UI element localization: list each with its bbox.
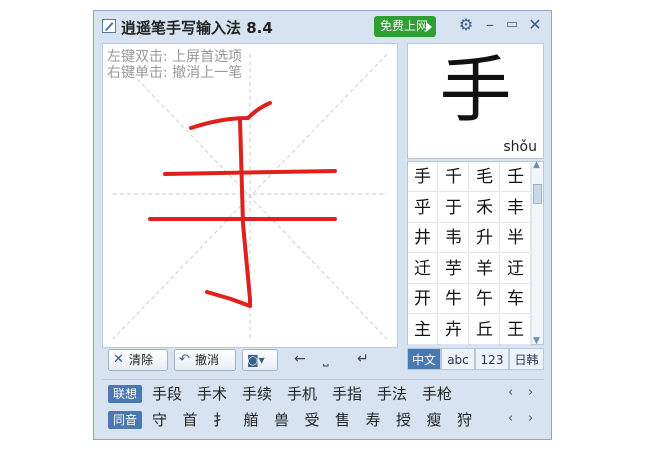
- x-icon: ✕: [113, 352, 124, 367]
- candidate-char[interactable]: 井: [408, 223, 438, 253]
- candidate-char[interactable]: 车: [501, 284, 531, 314]
- undo-icon: ↶: [179, 352, 190, 367]
- minimize-icon[interactable]: –: [482, 17, 498, 33]
- pen-icon: [102, 19, 116, 33]
- homophone-char[interactable]: 守: [152, 410, 167, 430]
- candidate-scrollbar[interactable]: ▲ ▼: [531, 160, 543, 346]
- candidate-char[interactable]: 卉: [439, 314, 469, 345]
- mode-tab[interactable]: abc: [441, 348, 475, 370]
- chevron-left-icon[interactable]: ‹: [508, 411, 513, 426]
- handwriting-canvas[interactable]: 左键双击: 上屏首选项 右键单击: 撤消上一笔: [102, 43, 398, 348]
- free-internet-button[interactable]: 免费上网: [374, 16, 436, 37]
- candidate-char[interactable]: 禾: [470, 192, 500, 223]
- free-internet-label: 免费上网: [380, 19, 429, 33]
- handwritten-strokes: [148, 101, 337, 308]
- homophone-char[interactable]: 瘦: [427, 410, 442, 430]
- homophone-char[interactable]: 授: [396, 410, 411, 430]
- chevron-left-icon[interactable]: ‹: [508, 385, 513, 400]
- association-word[interactable]: 手法: [377, 384, 407, 404]
- candidate-char[interactable]: 主: [408, 314, 438, 345]
- divider: [102, 379, 544, 380]
- candidate-char[interactable]: 壬: [501, 162, 531, 192]
- association-row: 联想 ‹ › 手段 手术 手续 手机 手指 手法 手枪: [102, 382, 542, 406]
- homophone-char[interactable]: 首: [183, 410, 198, 430]
- homophone-char[interactable]: 艏: [244, 410, 259, 430]
- homophone-char[interactable]: 兽: [274, 410, 289, 430]
- mode-tab[interactable]: 中文: [407, 348, 441, 370]
- candidate-char[interactable]: 升: [470, 223, 500, 253]
- candidate-char[interactable]: 毛: [470, 162, 500, 192]
- candidate-char[interactable]: 迁: [408, 253, 438, 284]
- homophone-char[interactable]: 狩: [457, 410, 472, 430]
- scroll-thumb[interactable]: [533, 184, 542, 204]
- candidate-char[interactable]: 韦: [439, 223, 469, 253]
- candidate-char[interactable]: 乎: [408, 192, 438, 223]
- homophone-char[interactable]: 售: [335, 410, 350, 430]
- arrow-right-icon: [426, 22, 432, 32]
- candidate-grid: 手千毛壬乎于禾丰井韦升半迁芋羊迂开牛午车主卉丘王 ▲ ▼: [407, 160, 544, 346]
- clear-button[interactable]: ✕ 清除: [108, 349, 168, 371]
- camera-icon: ◙▾: [247, 353, 265, 367]
- homophone-char[interactable]: 寿: [366, 410, 381, 430]
- association-word[interactable]: 手枪: [422, 384, 452, 404]
- chevron-right-icon[interactable]: ›: [528, 385, 533, 400]
- canvas-toolbar: ✕ 清除 ↶ 撤消 ◙▾ ← ⎵ ↵: [102, 349, 398, 375]
- undo-button[interactable]: ↶ 撤消: [174, 349, 236, 371]
- association-word[interactable]: 手指: [332, 384, 362, 404]
- candidate-char[interactable]: 丘: [470, 314, 500, 345]
- maximize-icon[interactable]: ▭: [504, 17, 520, 33]
- association-word[interactable]: 手段: [152, 384, 182, 404]
- candidate-char[interactable]: 于: [439, 192, 469, 223]
- candidate-char[interactable]: 半: [501, 223, 531, 253]
- title-bar[interactable]: 逍遥笔手写输入法 8.4 免费上网 ⚙ – ▭ ✕: [94, 11, 551, 41]
- association-label: 联想: [108, 385, 142, 403]
- close-icon[interactable]: ✕: [527, 17, 543, 33]
- association-word[interactable]: 手术: [197, 384, 227, 404]
- window-title: 逍遥笔手写输入法 8.4: [121, 19, 273, 37]
- candidate-char[interactable]: 牛: [439, 284, 469, 314]
- mode-bar: 中文 abc 123 日韩: [407, 348, 544, 370]
- candidate-char[interactable]: 羊: [470, 253, 500, 284]
- candidate-char[interactable]: 手: [408, 162, 438, 192]
- preview-pinyin: shǒu: [503, 139, 537, 155]
- chevron-right-icon[interactable]: ›: [528, 411, 533, 426]
- candidate-char[interactable]: 开: [408, 284, 438, 314]
- preview-char: 手: [439, 48, 512, 132]
- screenshot-button[interactable]: ◙▾: [242, 349, 278, 371]
- space-icon[interactable]: ⎵: [323, 351, 329, 367]
- ime-window: 逍遥笔手写输入法 8.4 免费上网 ⚙ – ▭ ✕ 左键双击: 上屏首选项 右键…: [93, 10, 552, 440]
- candidate-char[interactable]: 芋: [439, 253, 469, 284]
- gear-icon[interactable]: ⚙: [458, 17, 474, 33]
- homophone-char[interactable]: 扌: [213, 410, 228, 430]
- homophone-char[interactable]: 受: [305, 410, 320, 430]
- undo-label: 撤消: [195, 353, 220, 367]
- mode-tab[interactable]: 123: [475, 348, 509, 370]
- scroll-down-icon[interactable]: ▼: [533, 336, 540, 346]
- association-word[interactable]: 手续: [242, 384, 272, 404]
- enter-icon[interactable]: ↵: [357, 351, 369, 367]
- association-word[interactable]: 手机: [287, 384, 317, 404]
- candidate-char[interactable]: 迂: [501, 253, 531, 284]
- candidate-char[interactable]: 丰: [501, 192, 531, 223]
- homophone-label: 同音: [108, 411, 142, 429]
- canvas-drawing: [112, 53, 388, 340]
- candidate-char[interactable]: 午: [470, 284, 500, 314]
- candidate-char[interactable]: 千: [439, 162, 469, 192]
- backspace-icon[interactable]: ←: [294, 351, 306, 367]
- candidate-char[interactable]: 王: [501, 314, 531, 345]
- recognized-preview: 手 shǒu: [407, 43, 544, 159]
- mode-tab[interactable]: 日韩: [509, 348, 544, 370]
- scroll-up-icon[interactable]: ▲: [533, 160, 540, 170]
- clear-label: 清除: [129, 353, 154, 367]
- homophone-row: 同音 ‹ › 守首扌艏兽受售寿授瘦狩: [102, 408, 542, 432]
